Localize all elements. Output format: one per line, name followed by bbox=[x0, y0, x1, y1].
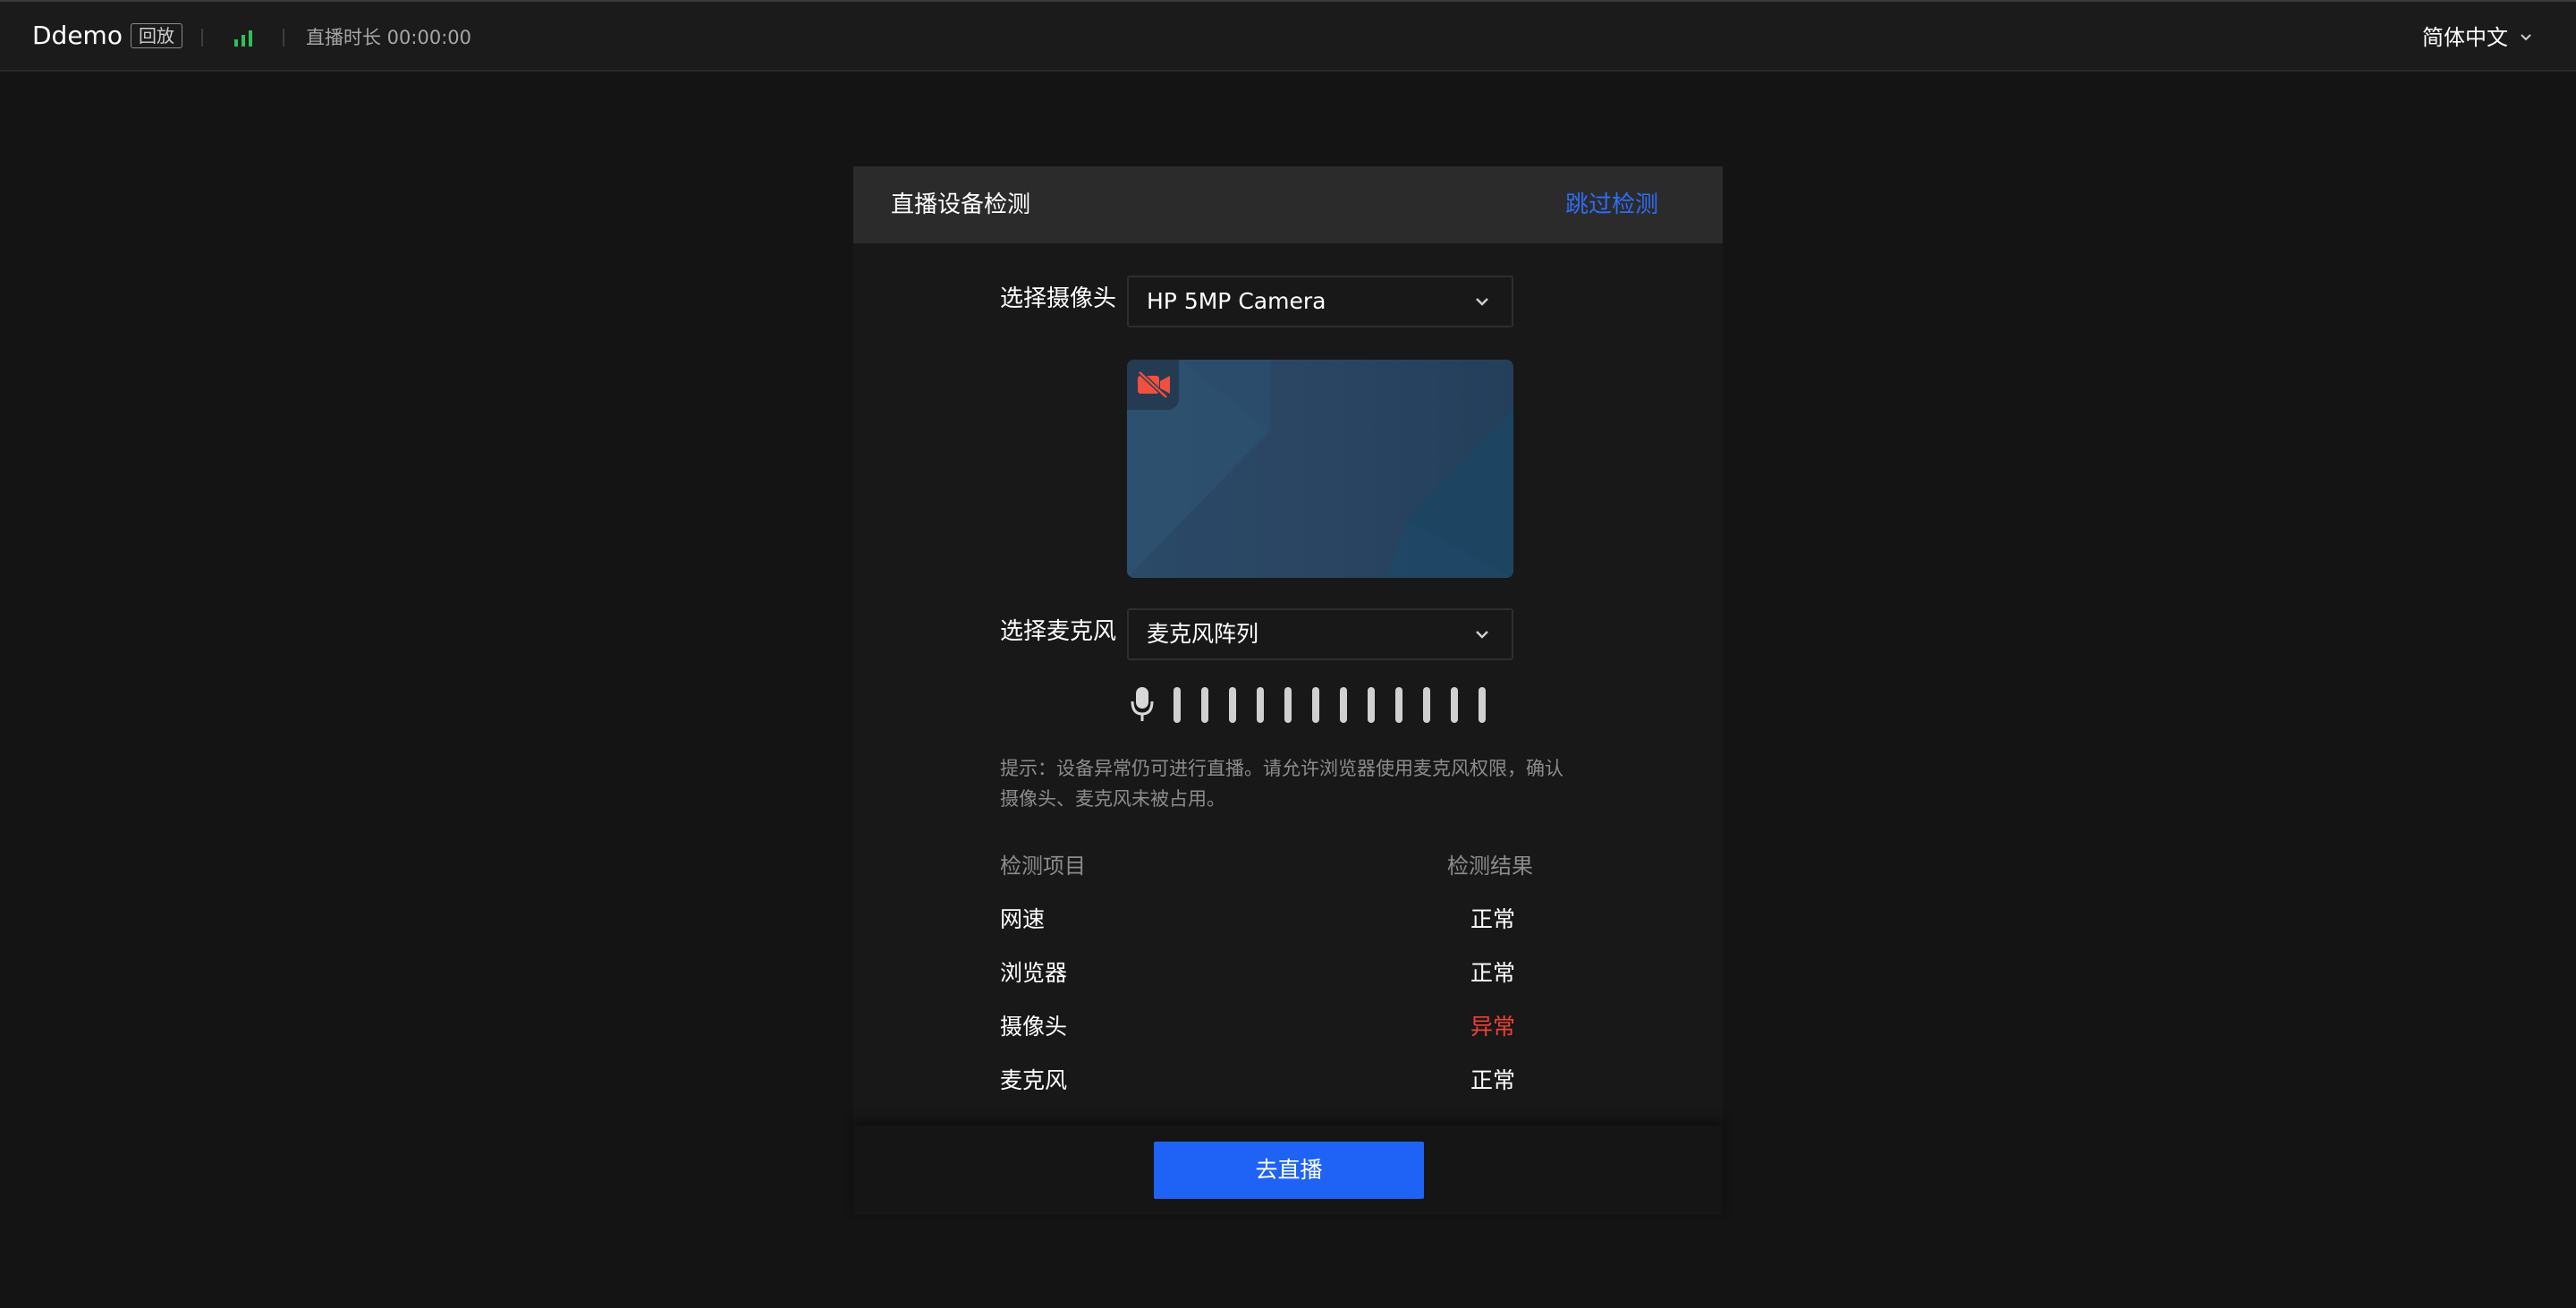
panel-footer: 去直播 bbox=[853, 1125, 1723, 1215]
microphone-icon bbox=[1131, 687, 1154, 721]
language-label: 简体中文 bbox=[2422, 25, 2508, 50]
level-bar bbox=[1395, 687, 1402, 723]
level-bar bbox=[1368, 687, 1375, 723]
divider bbox=[201, 29, 203, 47]
camera-placeholder-background bbox=[1127, 360, 1513, 578]
device-check-panel: 直播设备检测 跳过检测 选择摄像头 HP 5MP Camera 选择麦克风 麦克… bbox=[853, 166, 1723, 1215]
camera-select-label: 选择摄像头 bbox=[1000, 285, 1117, 312]
language-select[interactable]: 简体中文 bbox=[2422, 21, 2533, 54]
level-bar bbox=[1479, 687, 1486, 723]
table-row: 摄像头 异常 bbox=[1000, 1011, 1572, 1065]
level-bar bbox=[1451, 687, 1458, 723]
device-hint: 提示：设备异常仍可进行直播。请允许浏览器使用麦克风权限，确认摄像头、麦克风未被占… bbox=[1000, 758, 1563, 810]
camera-select[interactable]: HP 5MP Camera bbox=[1127, 276, 1513, 327]
camera-off-icon bbox=[1138, 370, 1170, 399]
camera-select-value: HP 5MP Camera bbox=[1147, 288, 1326, 314]
live-duration: 直播时长 00:00:00 bbox=[306, 27, 471, 48]
check-result-status: 正常 bbox=[1470, 1067, 1516, 1093]
camera-off-badge bbox=[1127, 360, 1179, 410]
microphone-level-meter bbox=[1131, 687, 1486, 723]
column-header-result: 检测结果 bbox=[1447, 854, 1533, 879]
chevron-down-icon bbox=[1476, 631, 1488, 639]
level-bar bbox=[1257, 687, 1264, 723]
panel-header: 直播设备检测 跳过检测 bbox=[853, 166, 1723, 243]
level-bar bbox=[1284, 687, 1292, 723]
camera-preview bbox=[1127, 360, 1513, 578]
check-result-status: 正常 bbox=[1470, 906, 1516, 932]
level-bar bbox=[1340, 687, 1347, 723]
table-row: 网速 正常 bbox=[1000, 904, 1572, 957]
table-header: 检测项目 检测结果 bbox=[1000, 850, 1572, 904]
check-result-status: 正常 bbox=[1470, 960, 1516, 986]
go-live-button[interactable]: 去直播 bbox=[1154, 1142, 1424, 1199]
column-header-item: 检测项目 bbox=[1000, 854, 1086, 879]
level-bar bbox=[1312, 687, 1319, 723]
microphone-select-label: 选择麦克风 bbox=[1000, 618, 1117, 645]
check-results-table: 检测项目 检测结果 网速 正常 浏览器 正常 摄像头 异常 麦克风 正常 bbox=[1000, 850, 1572, 1118]
microphone-select[interactable]: 麦克风阵列 bbox=[1127, 608, 1513, 660]
level-bar bbox=[1229, 687, 1236, 723]
table-row: 浏览器 正常 bbox=[1000, 957, 1572, 1011]
divider bbox=[283, 29, 284, 47]
chevron-down-icon bbox=[2521, 34, 2531, 41]
replay-badge[interactable]: 回放 bbox=[131, 23, 182, 48]
level-bar bbox=[1174, 687, 1181, 723]
skip-check-link[interactable]: 跳过检测 bbox=[1565, 189, 1658, 221]
chevron-down-icon bbox=[1476, 298, 1488, 306]
check-item-name: 摄像头 bbox=[1000, 1014, 1068, 1040]
check-item-name: 网速 bbox=[1000, 906, 1046, 932]
signal-bars-icon bbox=[234, 30, 252, 47]
level-bar bbox=[1201, 687, 1208, 723]
panel-title: 直播设备检测 bbox=[891, 191, 1031, 218]
check-item-name: 浏览器 bbox=[1000, 960, 1068, 986]
microphone-select-value: 麦克风阵列 bbox=[1147, 621, 1259, 647]
level-bars bbox=[1174, 687, 1486, 723]
table-row: 麦克风 正常 bbox=[1000, 1065, 1572, 1118]
check-item-name: 麦克风 bbox=[1000, 1067, 1068, 1093]
top-bar: Ddemo 回放 直播时长 00:00:00 简体中文 bbox=[0, 0, 2576, 72]
check-result-status: 异常 bbox=[1470, 1014, 1516, 1040]
level-bar bbox=[1423, 687, 1430, 723]
app-title: Ddemo bbox=[32, 21, 123, 50]
